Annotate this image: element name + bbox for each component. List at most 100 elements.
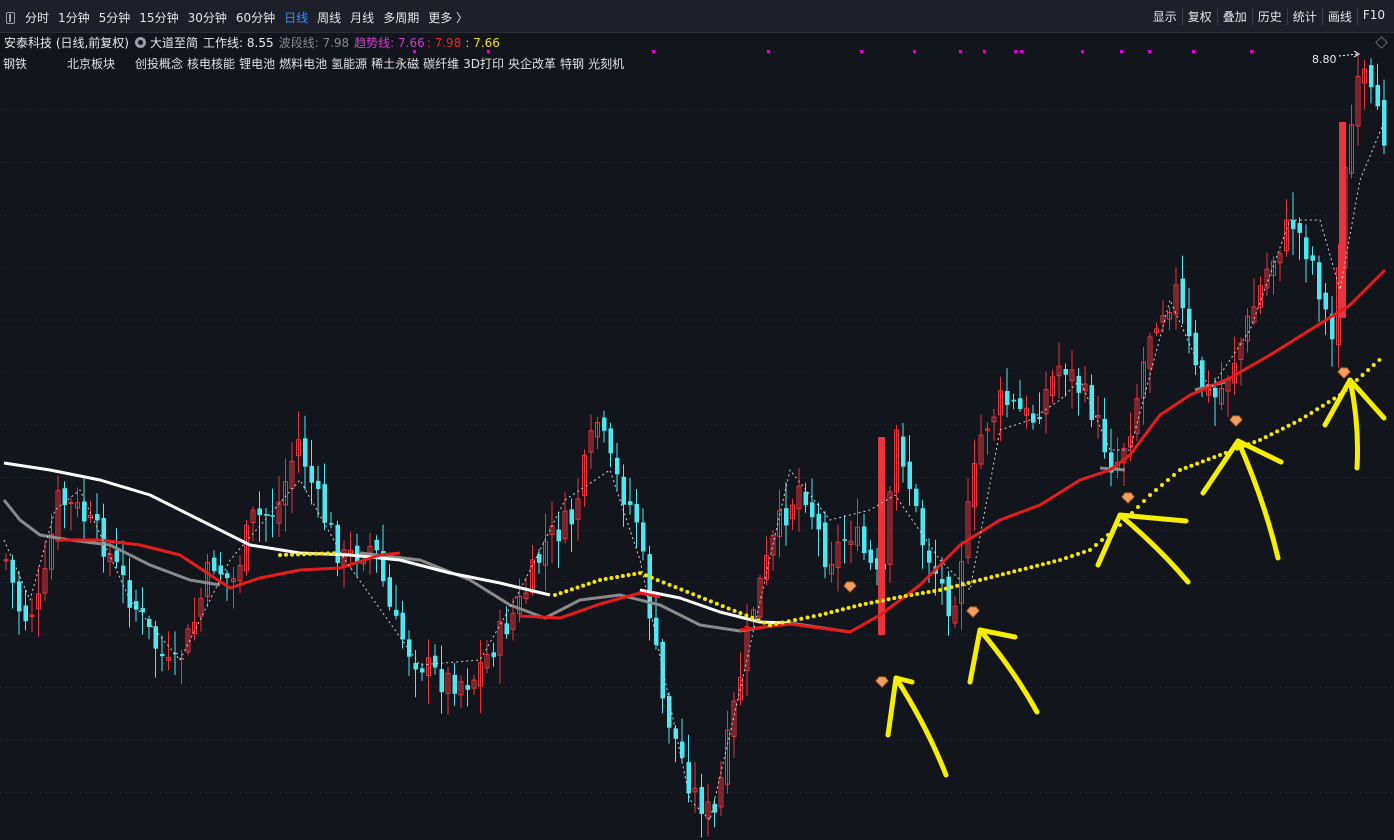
yellow-dot (679, 587, 684, 592)
yellow-dot (638, 571, 642, 575)
yellow-dot (720, 604, 725, 609)
yellow-dot (1206, 457, 1211, 462)
candle-body-down (1200, 360, 1205, 389)
yellow-dot (569, 587, 574, 592)
yellow-dot (673, 585, 678, 590)
yellow-dot (708, 599, 713, 604)
kline-chart[interactable]: 8.80 (0, 0, 1394, 840)
candlesticks (3, 53, 1387, 838)
candle-body-down (17, 581, 22, 612)
magenta-marker (1081, 50, 1084, 53)
yellow-dot (1309, 410, 1314, 415)
yellow-dot (811, 614, 816, 619)
yellow-dot (898, 595, 902, 599)
yellow-dot (1303, 414, 1308, 419)
yellow-dot (1148, 493, 1152, 497)
yellow-dot (805, 615, 810, 620)
magenta-marker (860, 50, 863, 53)
yellow-dot (1100, 538, 1104, 542)
yellow-dot (750, 615, 755, 620)
candle-body-down (316, 480, 321, 489)
yellow-dot (1023, 566, 1028, 571)
yellow-dot (1360, 373, 1365, 377)
yellow-dot (278, 553, 282, 557)
candle-body-down (433, 655, 438, 668)
yellow-dot (774, 621, 779, 626)
yellow-dot (1064, 556, 1068, 560)
yellow-dot (649, 575, 654, 580)
candle-body-down (920, 508, 925, 546)
yellow-dot (762, 620, 767, 625)
yellow-dot (768, 623, 772, 627)
yellow-dot (1035, 563, 1040, 568)
candle-body-down (1005, 391, 1010, 405)
yellow-dot (1006, 570, 1011, 575)
candle-body-down (862, 526, 867, 554)
yellow-dot (332, 551, 336, 556)
candle-body-down (628, 501, 633, 505)
candle-body-down (1018, 398, 1023, 409)
candle-body-down (667, 695, 672, 728)
magenta-marker (1014, 50, 1017, 53)
candle-body-down (303, 438, 308, 467)
candle-body-down (212, 557, 217, 572)
red-trend-line (60, 538, 401, 590)
yellow-dot (955, 583, 960, 588)
yellow-dot (903, 594, 908, 598)
candle-body-down (946, 576, 951, 617)
yellow-dot (1160, 483, 1164, 487)
yellow-dot (829, 610, 834, 615)
candle-body-down (621, 476, 626, 505)
candle-body-down (907, 461, 912, 489)
magenta-marker (487, 50, 490, 53)
yellow-dot (667, 582, 672, 587)
candle-body-down (322, 484, 327, 523)
yellow-dot (949, 585, 954, 590)
annotation-arrow (893, 675, 949, 778)
annotation-arrow (967, 627, 1018, 685)
magenta-markers (413, 50, 1253, 53)
yellow-dot (869, 600, 874, 605)
yellow-dot (966, 580, 971, 585)
swing-dash-line (3, 119, 1386, 821)
annotation-arrow (977, 627, 1040, 715)
yellow-dot (1172, 473, 1176, 477)
yellow-dot (852, 604, 857, 609)
annotation-arrow (1347, 377, 1361, 471)
yellow-dot (603, 577, 608, 581)
yellow-dot (1269, 432, 1274, 437)
yellow-dot (1154, 488, 1158, 492)
candle-body-down (465, 685, 470, 690)
yellow-dot (780, 620, 785, 625)
yellow-dot (1366, 368, 1371, 372)
yellow-dot (726, 606, 731, 611)
candle-body-down (1102, 418, 1107, 453)
yellow-dot (756, 618, 761, 623)
yellow-dot (1070, 554, 1074, 558)
yellow-dot (1332, 396, 1337, 401)
yellow-dot (632, 572, 637, 576)
candle-body-down (901, 436, 906, 467)
yellow-dot (786, 619, 791, 624)
candle-body-down (114, 550, 119, 562)
candle-body-up (68, 502, 74, 505)
yellow-dot (938, 588, 942, 592)
yellow-dot (793, 618, 797, 622)
yellow-dot (598, 578, 602, 582)
candle-body-down (1187, 308, 1192, 337)
diamond-gem-icon (875, 676, 889, 688)
yellow-dot (738, 611, 743, 616)
candle-body-down (1011, 399, 1016, 402)
magenta-marker (983, 50, 986, 53)
candle-body-down (602, 417, 607, 431)
yellow-dot (697, 594, 702, 599)
yellow-dot (1136, 505, 1140, 509)
yellow-dot (978, 578, 982, 582)
candle-body-down (140, 608, 145, 613)
yellow-dot (840, 607, 845, 612)
yellow-dot (989, 575, 994, 580)
candle-body-down (374, 539, 379, 551)
yellow-dot (909, 593, 914, 597)
yellow-dot (1315, 407, 1320, 412)
annotation-arrow (1095, 512, 1189, 568)
